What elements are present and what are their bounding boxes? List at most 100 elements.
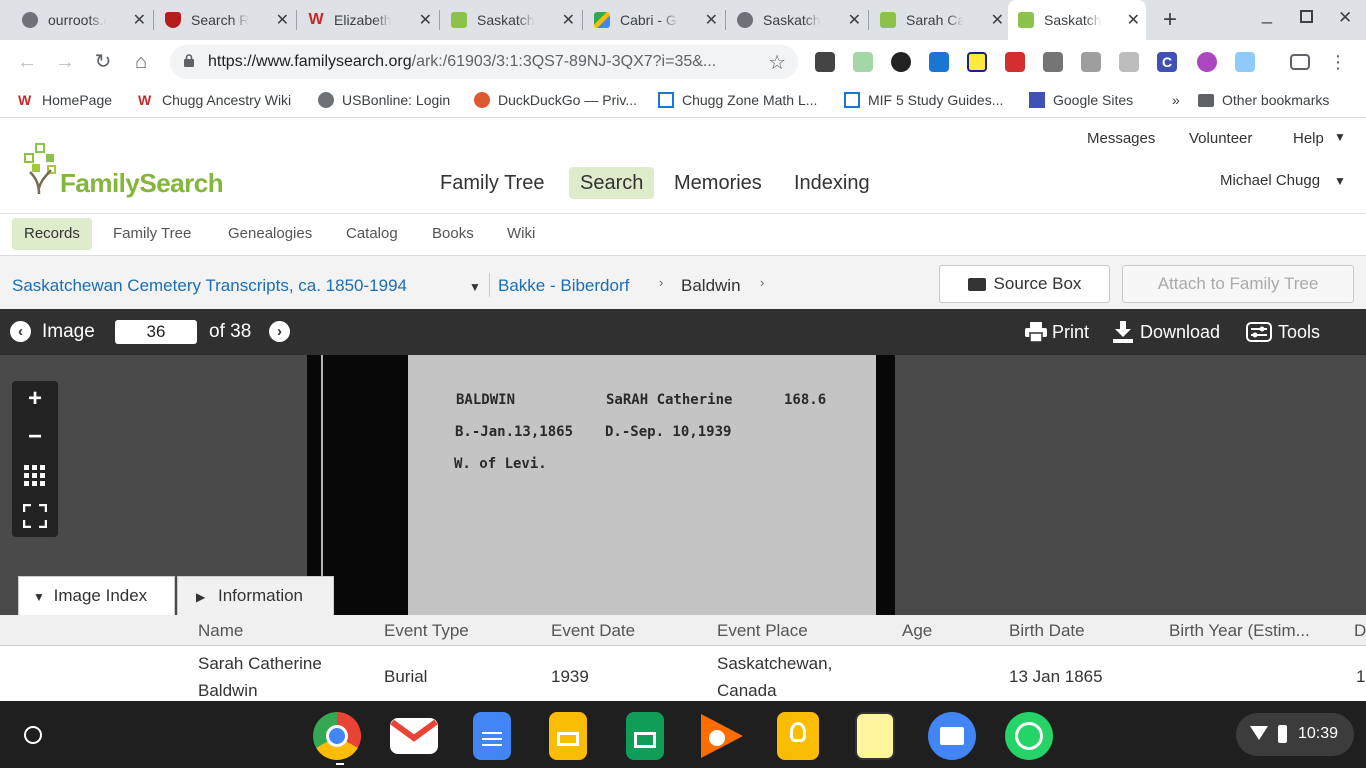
print-button[interactable]: Print: [1052, 322, 1089, 343]
whatsapp-icon[interactable]: [1005, 712, 1053, 760]
column-header-birth-date[interactable]: Birth Date: [1009, 621, 1085, 641]
image-viewer[interactable]: BALDWIN SaRAH Catherine 168.6 B.-Jan.13,…: [0, 355, 1366, 615]
more-bookmarks-chevron[interactable]: »: [1172, 92, 1180, 108]
bookmark-duckduckgo[interactable]: DuckDuckGo — Priv...: [474, 92, 637, 108]
new-tab-icon[interactable]: +: [1163, 6, 1177, 34]
browser-tab-2[interactable]: Search Results ✕: [155, 4, 295, 36]
back-arrow-icon[interactable]: ←: [15, 50, 39, 74]
breadcrumb-range-link[interactable]: Bakke - Biberdorf: [498, 276, 629, 296]
reload-icon[interactable]: ↻: [91, 50, 115, 74]
breadcrumb-collection-link[interactable]: Saskatchewan Cemetery Transcripts, ca. 1…: [12, 276, 407, 296]
close-tab-icon[interactable]: ✕: [1127, 10, 1140, 30]
extension-pdf-icon[interactable]: [1005, 52, 1025, 72]
main-nav-indexing[interactable]: Indexing: [783, 167, 881, 199]
extension-bee-icon[interactable]: [891, 52, 911, 72]
table-row[interactable]: Sarah Catherine Baldwin Burial 1939 Sask…: [0, 646, 1366, 701]
tab-image-index[interactable]: ▼ Image Index: [18, 576, 175, 615]
extension-tree-icon[interactable]: [853, 52, 873, 72]
bookmark-star-icon[interactable]: ☆: [768, 50, 786, 75]
zoom-out-icon[interactable]: −: [12, 423, 58, 451]
extension-lightbulb-icon[interactable]: [815, 52, 835, 72]
chevron-right-icon[interactable]: ›: [760, 275, 764, 290]
extension-brush-icon[interactable]: [1235, 52, 1255, 72]
address-bar[interactable]: https://www.familysearch.org/ark:/61903/…: [170, 45, 798, 79]
fullscreen-icon[interactable]: [22, 503, 48, 529]
browser-tab-1[interactable]: ourroots.ca ✕: [12, 4, 152, 36]
subnav-genealogies[interactable]: Genealogies: [216, 218, 324, 250]
system-tray[interactable]: 10:39: [1236, 713, 1354, 756]
close-tab-icon[interactable]: ✕: [276, 10, 289, 30]
bookmark-other-bookmarks[interactable]: Other bookmarks: [1198, 92, 1329, 108]
browser-tab-3[interactable]: W Elizabeth ✕: [298, 4, 438, 36]
messages-link[interactable]: Messages: [1087, 130, 1155, 147]
bookmark-chugg-ancestry-wiki[interactable]: W Chugg Ancestry Wiki: [138, 92, 291, 108]
forward-arrow-icon[interactable]: →: [53, 50, 77, 74]
extension-c-icon[interactable]: C: [1157, 52, 1177, 72]
bookmark-google-sites[interactable]: Google Sites: [1029, 92, 1133, 108]
extension-stamp-icon[interactable]: [1043, 52, 1063, 72]
extension-puzzle-icon[interactable]: [1081, 52, 1101, 72]
extension-at-icon[interactable]: [1197, 52, 1217, 72]
help-dropdown-icon[interactable]: ▼: [1334, 130, 1346, 144]
bookmark-usbonline[interactable]: USBonline: Login: [318, 92, 450, 108]
home-icon[interactable]: ⌂: [129, 50, 153, 74]
browser-tab-7[interactable]: Sarah Catherine ✕: [870, 4, 1010, 36]
browser-tab-6[interactable]: Saskatchewan ✕: [727, 4, 867, 36]
subnav-records[interactable]: Records: [12, 218, 92, 250]
bookmark-chugg-zone-math[interactable]: Chugg Zone Math L...: [658, 92, 817, 108]
files-icon[interactable]: [928, 712, 976, 760]
volunteer-link[interactable]: Volunteer: [1189, 130, 1252, 147]
familysearch-logo-text[interactable]: FamilySearch: [60, 168, 224, 199]
attach-to-family-tree-button[interactable]: Attach to Family Tree: [1122, 265, 1354, 303]
download-button[interactable]: Download: [1140, 322, 1220, 343]
zoom-in-icon[interactable]: +: [12, 385, 58, 413]
next-image-icon[interactable]: ›: [269, 321, 290, 342]
column-header-event-date[interactable]: Event Date: [551, 621, 635, 641]
close-window-icon[interactable]: ✕: [1338, 8, 1352, 28]
column-header-event-type[interactable]: Event Type: [384, 621, 469, 641]
subnav-family-tree[interactable]: Family Tree: [101, 218, 203, 250]
download-icon[interactable]: [1113, 321, 1133, 343]
close-tab-icon[interactable]: ✕: [705, 10, 718, 30]
main-nav-memories[interactable]: Memories: [663, 167, 773, 199]
launcher-icon[interactable]: [24, 726, 42, 744]
maximize-window-icon[interactable]: [1300, 10, 1313, 23]
extension-draw-icon[interactable]: [1119, 52, 1139, 72]
column-header-birth-year[interactable]: Birth Year (Estim...: [1169, 621, 1310, 641]
close-tab-icon[interactable]: ✕: [848, 10, 861, 30]
column-header-truncated[interactable]: D: [1354, 621, 1366, 641]
close-tab-icon[interactable]: ✕: [562, 10, 575, 30]
column-header-event-place[interactable]: Event Place: [717, 621, 808, 641]
docs-icon[interactable]: [473, 712, 511, 760]
familysearch-tree-logo-icon[interactable]: [22, 142, 60, 196]
sheets-icon[interactable]: [626, 712, 664, 760]
notes-icon[interactable]: [855, 712, 895, 760]
collection-dropdown-icon[interactable]: ▼: [469, 280, 481, 294]
previous-image-icon[interactable]: ‹: [10, 321, 31, 342]
subnav-catalog[interactable]: Catalog: [334, 218, 410, 250]
cell-name-line2[interactable]: Baldwin: [198, 677, 258, 704]
user-menu-dropdown-icon[interactable]: ▼: [1334, 174, 1346, 188]
gmail-icon[interactable]: [390, 718, 438, 754]
subnav-wiki[interactable]: Wiki: [495, 218, 547, 250]
extension-screen-icon[interactable]: [929, 52, 949, 72]
browser-tab-4[interactable]: Saskatchewan ✕: [441, 4, 581, 36]
tools-icon[interactable]: [1246, 322, 1272, 342]
tools-button[interactable]: Tools: [1278, 322, 1320, 343]
browser-menu-icon[interactable]: ⋮: [1326, 50, 1350, 74]
column-header-name[interactable]: Name: [198, 621, 243, 641]
minimize-window-icon[interactable]: _: [1262, 4, 1272, 25]
close-tab-icon[interactable]: ✕: [133, 10, 146, 30]
tab-information[interactable]: ▶ Information: [177, 576, 334, 615]
print-icon[interactable]: [1025, 322, 1047, 343]
help-link[interactable]: Help: [1293, 130, 1324, 147]
cell-name-line1[interactable]: Sarah Catherine: [198, 650, 322, 677]
subnav-books[interactable]: Books: [420, 218, 486, 250]
bookmark-homepage[interactable]: W HomePage: [18, 92, 112, 108]
source-box-button[interactable]: Source Box: [939, 265, 1110, 303]
slides-icon[interactable]: [549, 712, 587, 760]
grid-view-icon[interactable]: [24, 465, 46, 487]
main-nav-family-tree[interactable]: Family Tree: [429, 167, 555, 199]
browser-tab-active[interactable]: Saskatchewan ✕: [1008, 0, 1146, 40]
play-music-icon[interactable]: [699, 712, 745, 760]
